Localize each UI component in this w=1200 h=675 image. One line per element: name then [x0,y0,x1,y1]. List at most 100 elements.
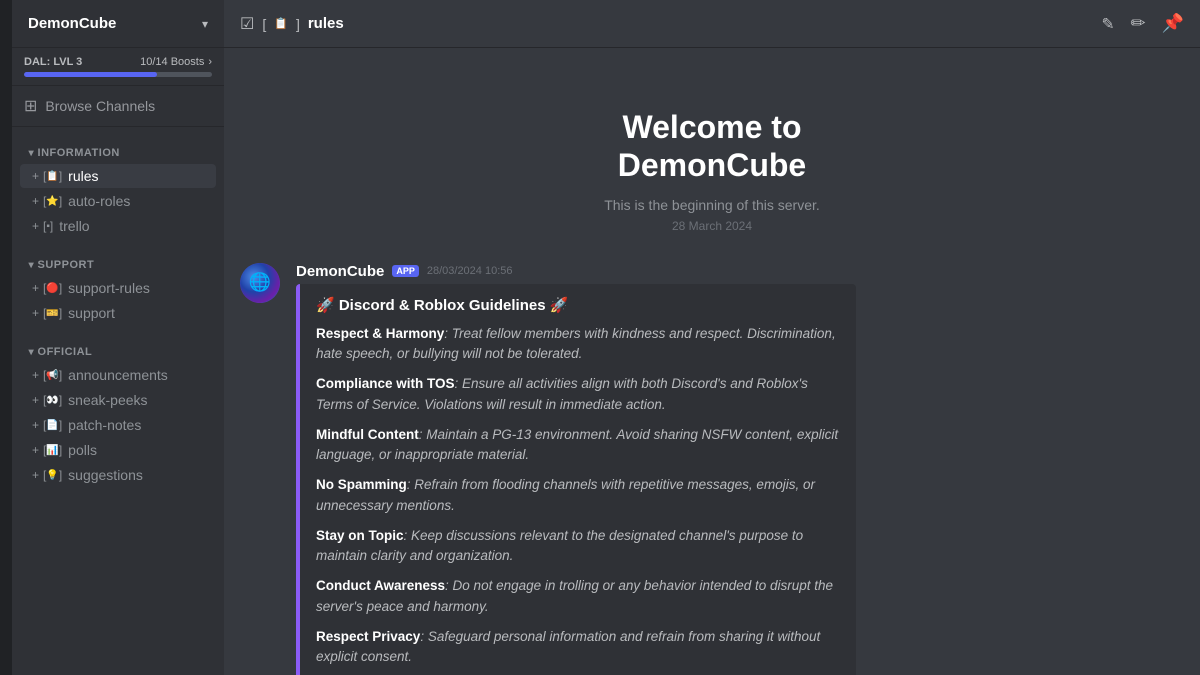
channel-name-support-rules: support-rules [68,280,150,296]
trello-channel-icon: [▪] [43,219,53,233]
server-list [0,0,12,675]
avatar: 🌐 [240,263,280,303]
rule-bold-4: No Spamming [316,477,407,492]
add-channel-icon-3: + [32,219,39,233]
add-channel-icon: + [32,169,39,183]
rule-item-5: Stay on Topic: Keep discussions relevant… [316,526,840,567]
channel-name-support: support [68,305,115,321]
header-channel-icon: 📋 [274,17,288,30]
rule-bold-6: Conduct Awareness [316,578,445,593]
header-bracket-icon-left: [ [262,16,266,32]
category-official: OFFICIAL + [📢] announcements + [👀] sneak… [12,342,224,488]
boost-count[interactable]: 10/14 Boosts › [140,56,212,68]
message-bubble-title: 🚀 Discord & Roblox Guidelines 🚀 [316,296,840,314]
compass-icon: ⊞ [24,96,37,116]
main-content: ☑ [ 📋 ] rules ✏ ✏ 📌 Welcome toDemonCube … [224,0,1200,675]
pin-icon[interactable]: 📌 [1162,13,1184,34]
rule-item-4: No Spamming: Refrain from flooding chann… [316,475,840,516]
category-header-information[interactable]: INFORMATION [12,143,224,163]
channel-name-polls: polls [68,442,97,458]
channel-header: ☑ [ 📋 ] rules ✏ ✏ 📌 [224,0,1200,48]
welcome-title: Welcome toDemonCube [260,108,1164,185]
suggestions-icon: [💡] [43,468,62,482]
chevron-down-icon: ▾ [202,17,208,31]
channel-name-auto-roles: auto-roles [68,193,130,209]
add-channel-icon-7: + [32,393,39,407]
app-badge: APP [392,265,419,277]
channel-item-auto-roles[interactable]: + [⭐] auto-roles [20,189,216,213]
channel-header-left: ☑ [ 📋 ] rules [240,14,344,34]
message-author: DemonCube [296,263,384,280]
message-timestamp: 28/03/2024 10:56 [427,265,513,277]
category-information: INFORMATION + [📋] rules + [⭐] auto-roles… [12,143,224,239]
browse-channels-label: Browse Channels [45,98,155,114]
rule-item-6: Conduct Awareness: Do not engage in trol… [316,576,840,617]
welcome-section: Welcome toDemonCube This is the beginnin… [240,48,1184,263]
chevron-right-icon: › [208,56,212,68]
edit-icon[interactable]: ✏ [1130,13,1145,34]
rule-bold-2: Compliance with TOS [316,376,455,391]
add-channel-icon-8: + [32,418,39,432]
category-header-support[interactable]: SUPPORT [12,255,224,275]
rule-item-1: Respect & Harmony: Treat fellow members … [316,324,840,365]
message-header: DemonCube APP 28/03/2024 10:56 [296,263,1184,280]
add-channel-icon-6: + [32,368,39,382]
add-channel-icon-9: + [32,443,39,457]
channel-item-support[interactable]: + [🎫] support [20,301,216,325]
sneak-peeks-icon: [👀] [43,393,62,407]
channel-item-trello[interactable]: + [▪] trello [20,214,216,238]
server-header[interactable]: DemonCube ▾ [12,0,224,48]
channel-name-sneak-peeks: sneak-peeks [68,392,147,408]
rule-item-2: Compliance with TOS: Ensure all activiti… [316,374,840,415]
auto-roles-channel-icon: [⭐] [43,194,62,208]
channel-item-announcements[interactable]: + [📢] announcements [20,363,216,387]
channel-type-icon: ☑ [240,14,254,34]
welcome-date: 28 March 2024 [260,219,1164,233]
channel-item-sneak-peeks[interactable]: + [👀] sneak-peeks [20,388,216,412]
channel-header-icons: ✏ ✏ 📌 [1101,13,1184,34]
message-bubble: 🚀 Discord & Roblox Guidelines 🚀 Respect … [296,284,856,675]
patch-notes-icon: [📄] [43,418,62,432]
boost-bar-container: DAL: LVL 3 10/14 Boosts › [12,48,224,86]
rule-bold-7: Respect Privacy [316,629,420,644]
add-channel-icon-10: + [32,468,39,482]
rules-channel-icon: [📋] [43,169,62,183]
messages-area[interactable]: Welcome toDemonCube This is the beginnin… [224,48,1200,675]
channel-name-suggestions: suggestions [68,467,143,483]
channel-name-patch-notes: patch-notes [68,417,141,433]
support-icon: [🎫] [43,306,62,320]
channel-item-rules[interactable]: + [📋] rules [20,164,216,188]
browse-channels-button[interactable]: ⊞ Browse Channels [12,86,224,127]
channel-sidebar: DemonCube ▾ DAL: LVL 3 10/14 Boosts › ⊞ … [12,0,224,675]
channel-name-announcements: announcements [68,367,168,383]
category-header-official[interactable]: OFFICIAL [12,342,224,362]
channel-name-rules: rules [68,168,98,184]
rule-bold-1: Respect & Harmony [316,326,444,341]
server-name: DemonCube [28,15,202,32]
announcements-icon: [📢] [43,368,62,382]
add-channel-icon-4: + [32,281,39,295]
rule-bold-3: Mindful Content [316,427,419,442]
channel-name-trello: trello [59,218,89,234]
boost-bar-track [24,72,212,77]
rule-item-3: Mindful Content: Maintain a PG-13 enviro… [316,425,840,466]
boost-bar-fill [24,72,157,77]
add-channel-icon-5: + [32,306,39,320]
rule-item-7: Respect Privacy: Safeguard personal info… [316,627,840,668]
channel-item-suggestions[interactable]: + [💡] suggestions [20,463,216,487]
channel-item-patch-notes[interactable]: + [📄] patch-notes [20,413,216,437]
message-content: DemonCube APP 28/03/2024 10:56 🚀 Discord… [296,263,1184,675]
boost-level: DAL: LVL 3 [24,56,82,68]
welcome-subtitle: This is the beginning of this server. [260,197,1164,213]
support-rules-icon: [🔴] [43,281,62,295]
channel-item-support-rules[interactable]: + [🔴] support-rules [20,276,216,300]
rule-bold-5: Stay on Topic [316,528,404,543]
channel-header-name: rules [308,15,344,32]
polls-icon: [📊] [43,443,62,457]
header-bracket-icon-right: ] [296,16,300,32]
avatar-inner: 🌐 [240,263,280,303]
threads-icon[interactable]: ✏ [1096,12,1120,36]
channel-item-polls[interactable]: + [📊] polls [20,438,216,462]
add-channel-icon-2: + [32,194,39,208]
message-group: 🌐 DemonCube APP 28/03/2024 10:56 🚀 Disco… [240,263,1184,675]
